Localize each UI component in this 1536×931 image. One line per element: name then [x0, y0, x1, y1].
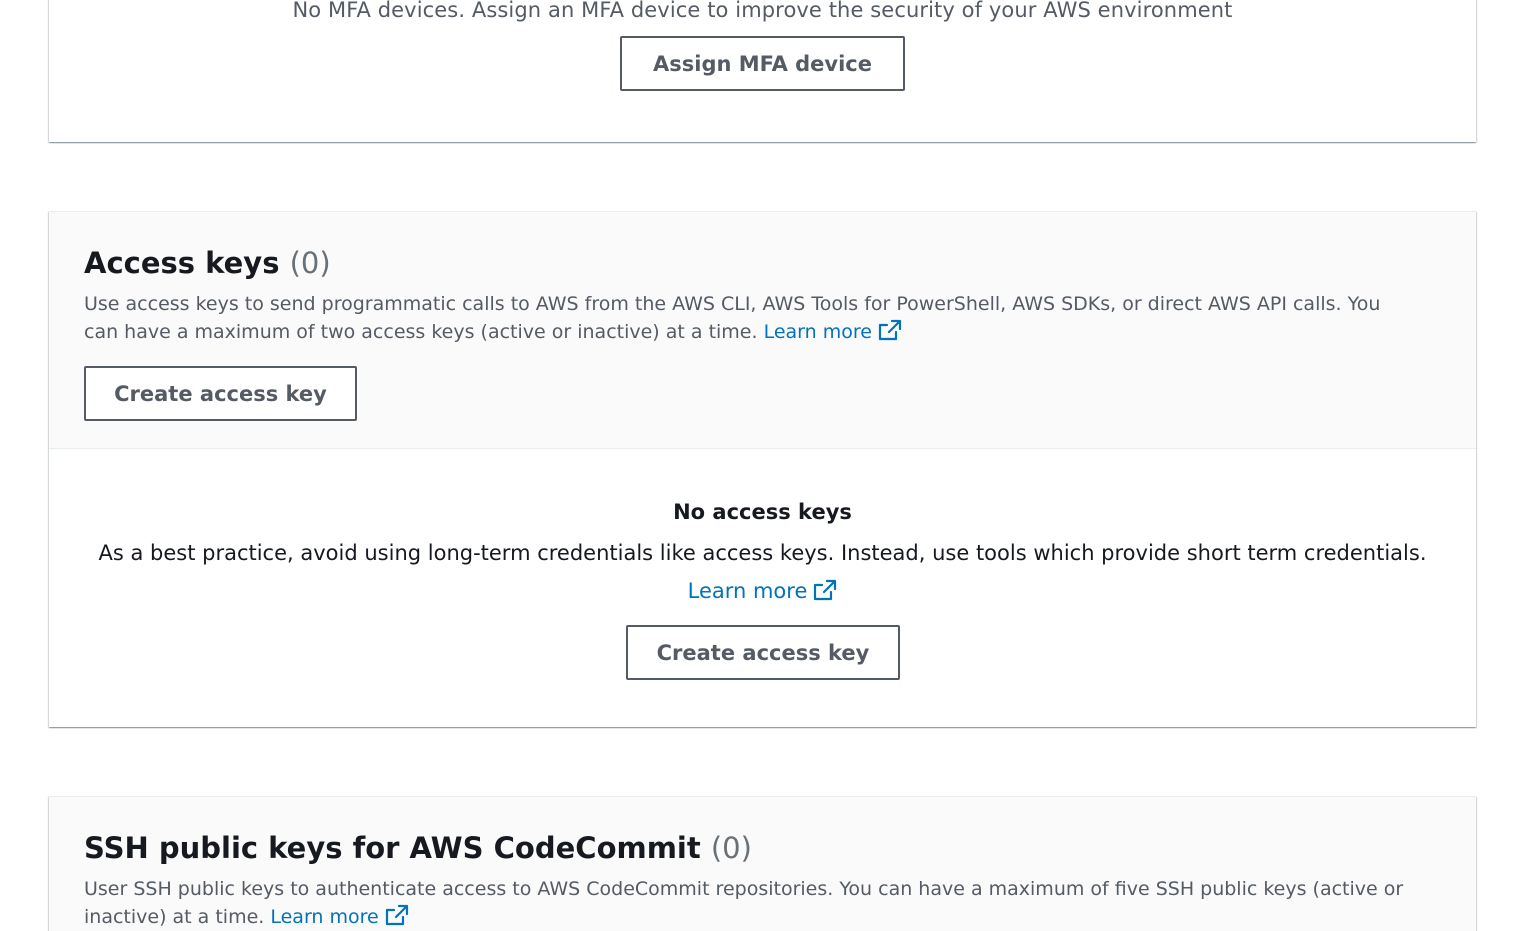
access-keys-panel: Access keys (0) Use access keys to send …	[49, 211, 1476, 727]
access-keys-description: Use access keys to send programmatic cal…	[84, 290, 1414, 346]
access-keys-learn-more-link[interactable]: Learn more	[763, 319, 902, 343]
ssh-keys-header: SSH public keys for AWS CodeCommit (0) U…	[49, 797, 1476, 931]
iam-security-credentials-page: No MFA devices. Assign an MFA device to …	[0, 0, 1536, 931]
access-keys-description-text: Use access keys to send programmatic cal…	[84, 293, 1381, 343]
access-keys-title: Access keys (0)	[84, 246, 331, 280]
no-access-keys-title: No access keys	[673, 500, 852, 524]
access-keys-learn-more-label: Learn more	[763, 321, 872, 343]
empty-learn-more-container: Learn more	[49, 579, 1476, 603]
ssh-keys-title-text: SSH public keys for AWS CodeCommit	[84, 831, 701, 865]
ssh-keys-title: SSH public keys for AWS CodeCommit (0)	[84, 831, 752, 865]
ssh-keys-learn-more-link[interactable]: Learn more	[270, 904, 408, 928]
mfa-panel: No MFA devices. Assign an MFA device to …	[49, 0, 1476, 142]
access-keys-empty-state: No access keys As a best practice, avoid…	[49, 449, 1476, 728]
access-keys-header: Access keys (0) Use access keys to send …	[49, 212, 1476, 449]
external-link-icon	[385, 904, 408, 926]
create-access-key-button[interactable]: Create access key	[84, 366, 357, 421]
empty-learn-more-label: Learn more	[687, 579, 808, 603]
access-keys-title-text: Access keys	[84, 246, 280, 280]
mfa-empty-message: No MFA devices. Assign an MFA device to …	[292, 0, 1233, 22]
external-link-icon	[878, 319, 902, 341]
assign-mfa-device-button[interactable]: Assign MFA device	[620, 36, 905, 91]
access-keys-count: (0)	[289, 246, 331, 280]
empty-create-access-key-button[interactable]: Create access key	[626, 625, 900, 680]
no-access-keys-description: As a best practice, avoid using long-ter…	[98, 541, 1427, 565]
empty-learn-more-link[interactable]: Learn more	[688, 579, 838, 603]
ssh-keys-panel: SSH public keys for AWS CodeCommit (0) U…	[49, 796, 1476, 931]
external-link-icon	[814, 579, 837, 601]
ssh-keys-count: (0)	[710, 831, 752, 865]
ssh-keys-learn-more-label: Learn more	[270, 906, 379, 928]
ssh-keys-description: User SSH public keys to authenticate acc…	[84, 875, 1414, 931]
